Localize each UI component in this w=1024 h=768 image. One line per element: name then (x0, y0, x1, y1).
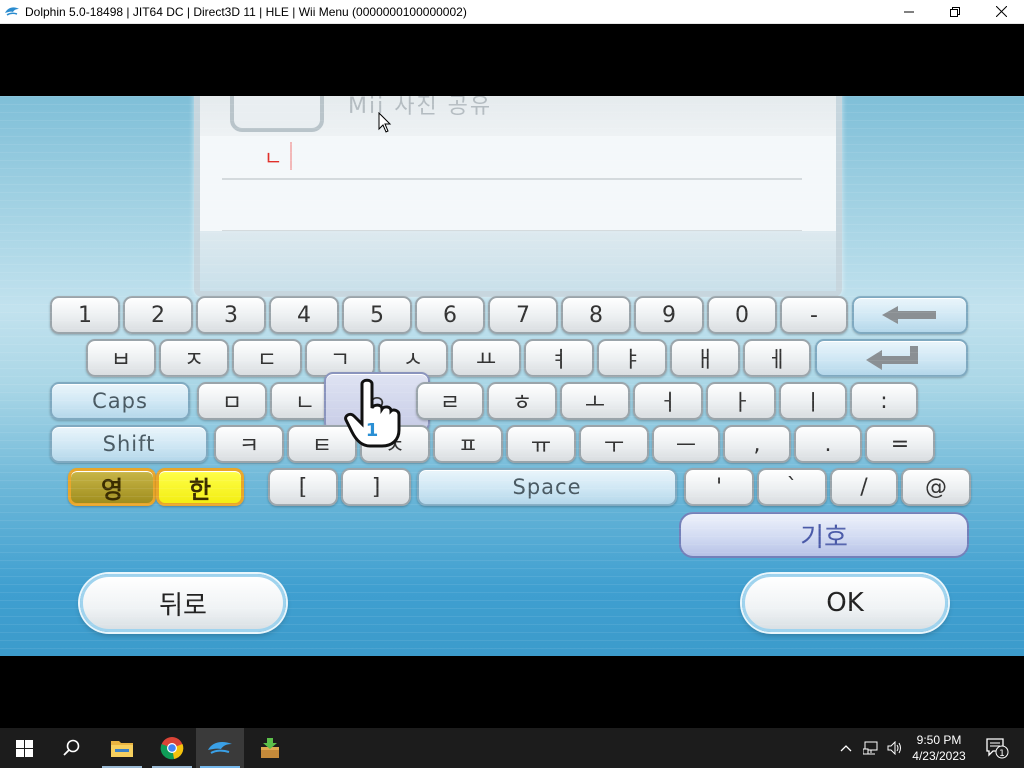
key-i[interactable]: ㅣ (779, 382, 847, 420)
key-8[interactable]: 8 (561, 296, 631, 334)
folder-icon (111, 741, 133, 757)
restore-button[interactable] (932, 0, 978, 23)
minimize-button[interactable] (886, 0, 932, 23)
chrome-icon (160, 737, 184, 760)
key-1[interactable]: 1 (50, 296, 120, 334)
backspace-arrow-icon (882, 306, 936, 324)
input-line-1 (222, 178, 802, 180)
key-ya[interactable]: ㅑ (597, 339, 667, 377)
key-b[interactable]: ㅂ (86, 339, 156, 377)
key-a[interactable]: ㅏ (706, 382, 776, 420)
dolphin-app-icon (5, 6, 19, 16)
speaker-icon (887, 741, 901, 755)
minimize-icon (904, 11, 914, 12)
key-e[interactable]: ㅔ (743, 339, 811, 377)
key-2[interactable]: 2 (123, 296, 193, 334)
close-icon (995, 6, 1007, 17)
enter-key[interactable] (815, 339, 968, 377)
key-j[interactable]: ㅈ (159, 339, 229, 377)
panel-title: Mii 사진 공유 (348, 96, 493, 119)
key-yeo[interactable]: ㅕ (524, 339, 594, 377)
caps-key[interactable]: Caps (50, 382, 190, 420)
backspace-key[interactable] (852, 296, 968, 334)
key-comma[interactable]: , (723, 425, 791, 463)
notification-icon: 1 (986, 738, 1009, 759)
enter-arrow-icon (865, 346, 918, 370)
chevron-up-icon (840, 745, 852, 752)
key-yo[interactable]: ㅛ (451, 339, 521, 377)
key-ae[interactable]: ㅐ (670, 339, 740, 377)
key-h[interactable]: ㅎ (487, 382, 557, 420)
key-equals[interactable]: = (865, 425, 935, 463)
text-entry-panel: Mii 사진 공유 ㄴ (194, 96, 842, 297)
key-at[interactable]: @ (901, 468, 971, 506)
clock-time: 9:50 PM (916, 733, 962, 747)
close-button[interactable] (978, 0, 1024, 23)
key-6[interactable]: 6 (415, 296, 485, 334)
key-minus[interactable]: - (780, 296, 848, 334)
taskbar-dolphin[interactable] (196, 728, 244, 768)
key-0[interactable]: 0 (707, 296, 777, 334)
taskbar-installer[interactable] (246, 728, 294, 768)
key-m[interactable]: ㅁ (197, 382, 267, 420)
key-r[interactable]: ㄹ (416, 382, 484, 420)
lang-korean-button[interactable]: 한 (156, 468, 244, 506)
key-9[interactable]: 9 (634, 296, 704, 334)
key-eo[interactable]: ㅓ (633, 382, 703, 420)
key-colon[interactable]: : (850, 382, 918, 420)
key-k[interactable]: ㅋ (214, 425, 284, 463)
clock-date: 4/23/2023 (912, 749, 966, 763)
key-7[interactable]: 7 (488, 296, 558, 334)
back-button[interactable]: 뒤로 (80, 574, 286, 632)
key-o[interactable]: ㅗ (560, 382, 630, 420)
space-key[interactable]: Space (417, 468, 677, 506)
game-render-area[interactable]: Mii 사진 공유 ㄴ 1 2 3 4 5 6 7 8 9 0 - ㅂ ㅈ ㄷ … (0, 24, 1024, 728)
key-p[interactable]: ㅍ (433, 425, 503, 463)
mouse-arrow-icon (378, 112, 392, 133)
window-title: Dolphin 5.0-18498 | JIT64 DC | Direct3D … (25, 4, 467, 19)
symbols-button[interactable]: 기호 (679, 512, 969, 558)
key-eu[interactable]: ㅡ (652, 425, 720, 463)
tray-overflow-button[interactable] (836, 728, 856, 768)
key-u[interactable]: ㅜ (579, 425, 649, 463)
key-open-bracket[interactable]: [ (268, 468, 338, 506)
window-titlebar[interactable]: Dolphin 5.0-18498 | JIT64 DC | Direct3D … (0, 0, 1024, 24)
tray-network[interactable] (860, 728, 882, 768)
typed-text: ㄴ (264, 146, 283, 170)
taskbar-file-explorer[interactable] (98, 728, 146, 768)
windows-taskbar: 9:50 PM 4/23/2023 1 (0, 728, 1024, 768)
key-period[interactable]: . (794, 425, 862, 463)
key-backtick[interactable]: ` (757, 468, 827, 506)
key-4[interactable]: 4 (269, 296, 339, 334)
key-3[interactable]: 3 (196, 296, 266, 334)
network-icon (863, 741, 878, 755)
lang-english-button[interactable]: 영 (68, 468, 156, 506)
restore-icon (950, 6, 960, 17)
shift-key[interactable]: Shift (50, 425, 208, 463)
key-close-bracket[interactable]: ] (341, 468, 411, 506)
key-5[interactable]: 5 (342, 296, 412, 334)
key-yu[interactable]: ㅠ (506, 425, 576, 463)
notification-count: 1 (999, 749, 1005, 759)
download-package-icon (261, 738, 279, 758)
search-button[interactable] (48, 728, 96, 768)
panel-bottom (200, 231, 836, 291)
start-button[interactable] (0, 728, 48, 768)
text-caret (290, 142, 292, 170)
tray-volume[interactable] (884, 728, 906, 768)
ok-button[interactable]: OK (742, 574, 948, 632)
taskbar-chrome[interactable] (148, 728, 196, 768)
wii-hand-pointer-icon: 1 (344, 378, 401, 448)
windows-logo-icon (15, 739, 33, 757)
key-slash[interactable]: / (830, 468, 898, 506)
dolphin-icon (208, 742, 232, 754)
action-center-button[interactable]: 1 (980, 728, 1014, 768)
taskbar-clock[interactable]: 9:50 PM 4/23/2023 (904, 732, 974, 764)
player-number: 1 (366, 420, 379, 441)
search-icon (63, 739, 80, 756)
wii-keyboard-screen: Mii 사진 공유 ㄴ 1 2 3 4 5 6 7 8 9 0 - ㅂ ㅈ ㄷ … (0, 96, 1024, 656)
mii-photo-icon (230, 96, 324, 132)
key-apostrophe[interactable]: ' (684, 468, 754, 506)
key-d[interactable]: ㄷ (232, 339, 302, 377)
